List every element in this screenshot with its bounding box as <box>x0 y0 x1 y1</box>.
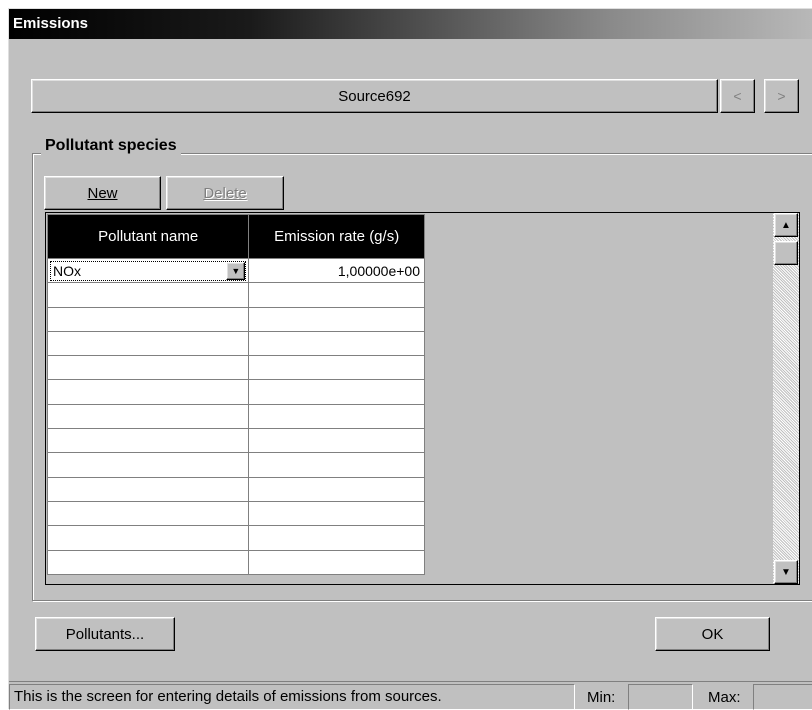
table-row <box>46 330 425 357</box>
table-row <box>46 355 425 381</box>
pollutant-name-value: NOx <box>53 262 81 279</box>
chevron-down-icon[interactable]: ▼ <box>226 261 246 280</box>
next-source-button[interactable]: > <box>764 79 799 113</box>
max-label: Max: <box>708 689 741 706</box>
column-header-emission-rate[interactable]: Emission rate (g/s) <box>248 214 425 259</box>
table-row <box>46 452 425 478</box>
pollutant-name-cell[interactable] <box>46 549 250 575</box>
max-field <box>753 684 812 710</box>
pollutant-name-cell[interactable] <box>46 525 250 551</box>
table-row: NOx ▼ 1,00000e+00 <box>46 257 425 284</box>
scroll-up-icon[interactable]: ▲ <box>774 213 798 237</box>
pollutant-name-cell[interactable] <box>46 379 250 405</box>
table-row <box>46 525 425 551</box>
emissions-window: Emissions Source692 < > Pollutant specie… <box>8 8 812 710</box>
pollutant-name-cell[interactable] <box>46 355 250 381</box>
chevron-right-icon: > <box>777 88 786 104</box>
table-row <box>46 500 425 527</box>
emission-rate-cell[interactable] <box>248 403 425 430</box>
delete-button[interactable]: Delete <box>166 176 284 210</box>
table-row <box>46 403 425 430</box>
scroll-thumb[interactable] <box>774 241 798 265</box>
chevron-left-icon: < <box>733 88 742 104</box>
title-bar: Emissions <box>9 9 812 39</box>
emission-rate-cell[interactable] <box>248 452 425 478</box>
pollutant-grid: Pollutant name Emission rate (g/s) NOx ▼… <box>45 212 800 585</box>
emission-rate-cell[interactable] <box>248 330 425 357</box>
pollutant-name-cell[interactable] <box>46 452 250 478</box>
emission-rate-cell[interactable] <box>248 549 425 575</box>
prev-source-button[interactable]: < <box>720 79 755 113</box>
pollutant-name-cell[interactable] <box>46 282 250 308</box>
emission-rate-cell[interactable] <box>248 355 425 381</box>
table-row <box>46 282 425 308</box>
emission-rate-cell[interactable] <box>248 428 425 454</box>
pollutant-name-cell[interactable] <box>46 476 250 502</box>
new-button[interactable]: New <box>44 176 161 210</box>
min-field <box>628 684 693 710</box>
source-name-button[interactable]: Source692 <box>31 79 718 113</box>
pollutant-name-cell[interactable] <box>46 330 250 357</box>
emission-rate-cell[interactable] <box>248 500 425 527</box>
status-bar: This is the screen for entering details … <box>9 681 812 710</box>
emission-rate-cell[interactable] <box>248 379 425 405</box>
delete-button-label: Delete <box>203 184 247 202</box>
emission-rate-cell[interactable] <box>248 282 425 308</box>
pollutant-name-cell[interactable] <box>46 500 250 527</box>
ok-button[interactable]: OK <box>655 617 770 651</box>
table-row <box>46 428 425 454</box>
pollutant-name-cell[interactable] <box>46 306 250 332</box>
emission-rate-cell[interactable]: 1,00000e+00 <box>248 257 425 284</box>
scroll-down-icon[interactable]: ▼ <box>774 560 798 584</box>
emission-rate-cell[interactable] <box>248 476 425 502</box>
emission-rate-cell[interactable] <box>248 306 425 332</box>
table-row <box>46 549 425 575</box>
pollutant-name-cell[interactable] <box>46 428 250 454</box>
column-header-pollutant-name[interactable]: Pollutant name <box>46 214 250 259</box>
pollutant-table: Pollutant name Emission rate (g/s) NOx ▼… <box>46 214 425 575</box>
pollutant-name-cell[interactable] <box>46 403 250 430</box>
pollutant-name-select[interactable]: NOx ▼ <box>50 260 247 281</box>
table-row <box>46 379 425 405</box>
vertical-scrollbar[interactable]: ▲ ▼ <box>773 213 799 584</box>
pollutants-button[interactable]: Pollutants... <box>35 617 175 651</box>
group-title: Pollutant species <box>41 137 181 155</box>
pollutant-name-cell[interactable]: NOx ▼ <box>46 257 250 284</box>
emission-rate-cell[interactable] <box>248 525 425 551</box>
table-row <box>46 476 425 502</box>
status-message: This is the screen for entering details … <box>9 684 575 710</box>
new-button-label: New <box>87 184 118 202</box>
table-row <box>46 306 425 332</box>
min-label: Min: <box>587 689 616 706</box>
